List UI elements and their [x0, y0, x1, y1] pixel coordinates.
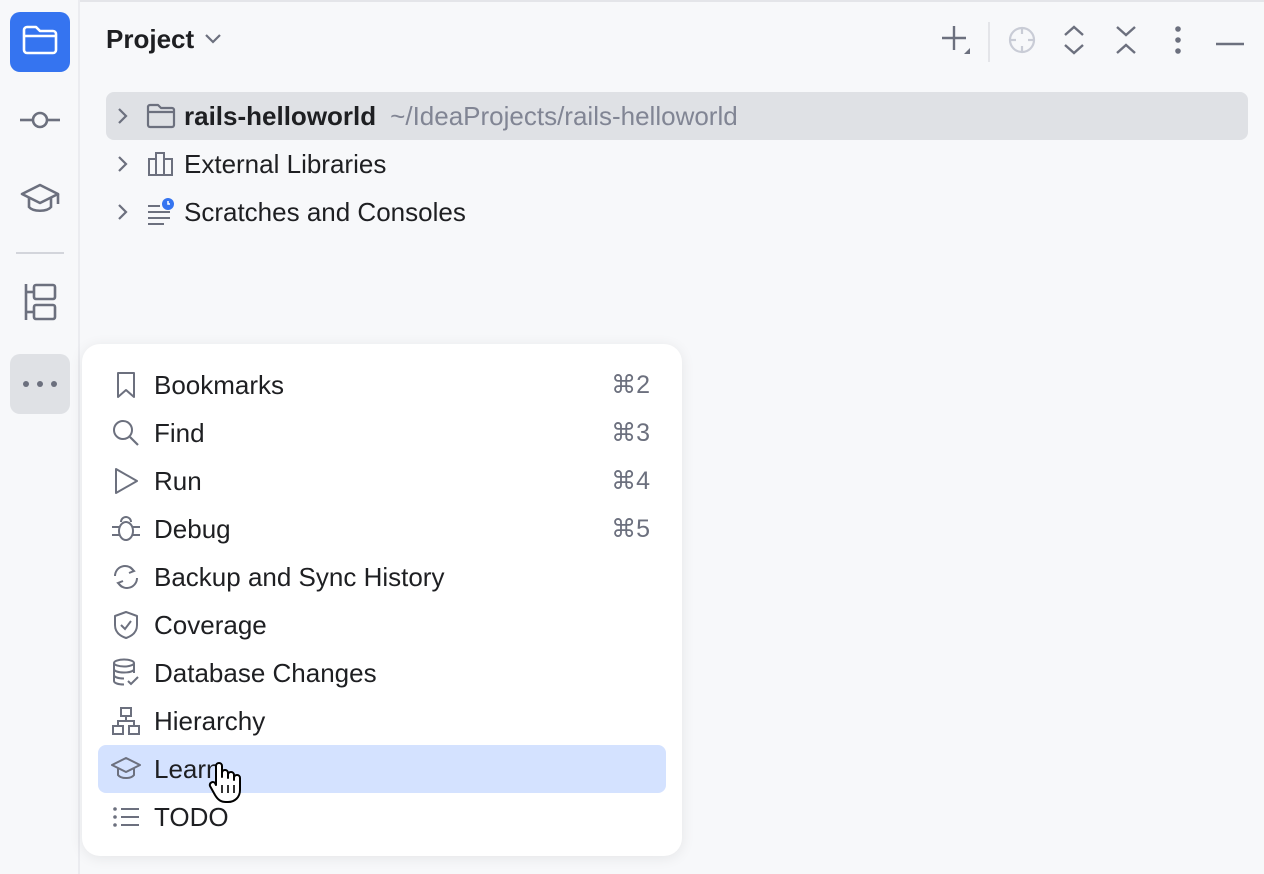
page-title: Project: [106, 24, 195, 54]
commit-icon: [19, 110, 61, 135]
database-icon: [98, 649, 154, 697]
folder-icon: [22, 25, 58, 60]
menu-item-label: Find: [154, 417, 205, 448]
expand-all-icon: [1062, 24, 1086, 61]
project-tool-button[interactable]: [10, 12, 70, 72]
menu-item-database-changes[interactable]: Database Changes: [98, 649, 666, 697]
learn-tool-button[interactable]: [10, 172, 70, 232]
debug-icon: [98, 505, 154, 553]
folder-icon: [138, 103, 184, 129]
chevron-right-icon[interactable]: [106, 107, 138, 125]
menu-item-label: Database Changes: [154, 657, 377, 688]
collapse-all-icon: [1114, 24, 1138, 61]
chevron-right-icon[interactable]: [106, 203, 138, 221]
header-separator: [988, 22, 990, 62]
menu-item-shortcut: ⌘3: [611, 419, 650, 447]
expand-all-button[interactable]: [1056, 24, 1092, 60]
learn-icon: [19, 182, 61, 223]
menu-item-bookmarks[interactable]: Bookmarks ⌘2: [98, 361, 666, 409]
add-button[interactable]: [938, 24, 974, 60]
menu-item-hierarchy[interactable]: Hierarchy: [98, 697, 666, 745]
more-tools-popup: Bookmarks ⌘2 Find ⌘3 Run ⌘4 Debug ⌘5 Bac…: [82, 344, 682, 856]
stripe-separator: [16, 252, 64, 254]
tree-node-label: rails-helloworld: [184, 100, 377, 131]
tree-node-external-libraries[interactable]: External Libraries: [106, 140, 1248, 188]
list-icon: [98, 793, 154, 841]
menu-item-label: Bookmarks: [154, 369, 285, 400]
menu-item-label: Run: [154, 465, 202, 496]
libraries-icon: [138, 151, 184, 177]
sync-icon: [98, 553, 154, 601]
more-tools-button[interactable]: [10, 354, 70, 414]
search-icon: [98, 409, 154, 457]
project-view-selector[interactable]: Project: [106, 24, 222, 55]
tool-window-stripe: [0, 0, 80, 874]
structure-tool-button[interactable]: [10, 274, 70, 334]
menu-item-learn[interactable]: Learn: [98, 745, 666, 793]
minimize-icon: [1216, 33, 1244, 51]
run-icon: [98, 457, 154, 505]
more-icon: [22, 375, 58, 393]
tree-node-label: Scratches and Consoles: [184, 196, 466, 227]
tree-node-scratches[interactable]: Scratches and Consoles: [106, 188, 1248, 236]
menu-item-shortcut: ⌘4: [611, 467, 650, 495]
menu-item-label: Backup and Sync History: [154, 561, 445, 592]
menu-item-backup-sync[interactable]: Backup and Sync History: [98, 553, 666, 601]
menu-item-run[interactable]: Run ⌘4: [98, 457, 666, 505]
menu-item-debug[interactable]: Debug ⌘5: [98, 505, 666, 553]
scratches-icon: [138, 198, 184, 226]
structure-icon: [22, 282, 58, 327]
menu-item-label: Hierarchy: [154, 705, 266, 736]
menu-item-todo[interactable]: TODO: [98, 793, 666, 841]
tree-node-path: ~/IdeaProjects/rails-helloworld: [390, 100, 738, 131]
menu-item-shortcut: ⌘2: [611, 371, 650, 399]
hand-cursor-icon: [208, 760, 244, 809]
tree-node-project[interactable]: rails-helloworld ~/IdeaProjects/rails-he…: [106, 92, 1248, 140]
options-button[interactable]: [1160, 24, 1196, 60]
shield-check-icon: [98, 601, 154, 649]
hierarchy-icon: [98, 697, 154, 745]
menu-item-find[interactable]: Find ⌘3: [98, 409, 666, 457]
add-icon: [940, 24, 972, 61]
commit-tool-button[interactable]: [10, 92, 70, 152]
project-header: Project: [82, 2, 1264, 82]
chevron-right-icon[interactable]: [106, 155, 138, 173]
learn-icon: [98, 745, 154, 793]
bookmark-icon: [98, 361, 154, 409]
menu-item-coverage[interactable]: Coverage: [98, 601, 666, 649]
menu-item-label: Coverage: [154, 609, 267, 640]
locate-button[interactable]: [1004, 24, 1040, 60]
tree-node-label: External Libraries: [184, 148, 387, 179]
collapse-all-button[interactable]: [1108, 24, 1144, 60]
chevron-down-icon: [204, 31, 222, 49]
locate-icon: [1007, 25, 1037, 60]
minimize-button[interactable]: [1212, 24, 1248, 60]
menu-item-label: Debug: [154, 513, 231, 544]
options-icon: [1174, 25, 1182, 60]
menu-item-shortcut: ⌘5: [611, 515, 650, 543]
